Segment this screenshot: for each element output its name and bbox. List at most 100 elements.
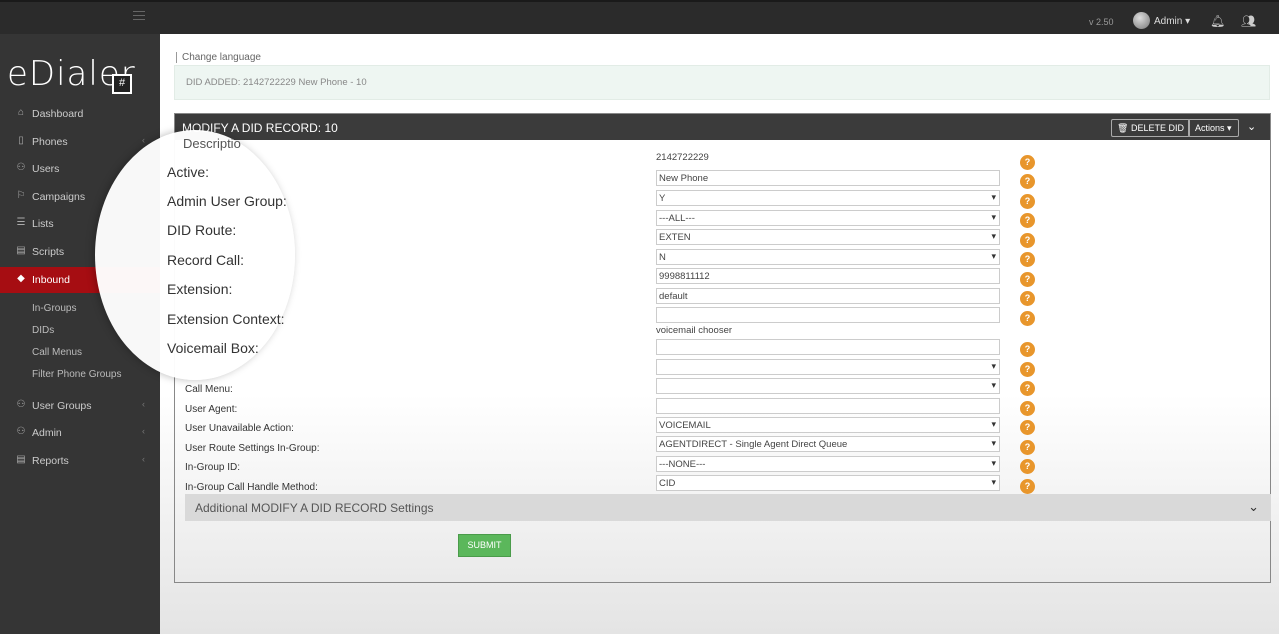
help-icon[interactable]: ? [1020,362,1035,377]
ingroup-id-select[interactable]: ---NONE--- [656,456,1000,472]
help-icon[interactable]: ? [1020,420,1035,435]
did-route-select[interactable]: EXTEN [656,229,1000,245]
did-number-value: 2142722229 [656,152,709,163]
admin-user-group-select[interactable]: ---ALL--- [656,210,1000,226]
call-menu-select-2[interactable] [656,378,1000,394]
diamond-icon: ◆ [17,273,25,284]
delete-did-button[interactable]: 🗑︎ DELETE DID [1111,119,1190,137]
sidebar-item-label: Admin [32,427,62,439]
sidebar-item-label: Inbound [32,274,70,286]
users-icon[interactable]: 👥︎ [1241,14,1257,28]
actions-button[interactable]: Actions ▾ [1188,119,1239,137]
additional-settings-label: Additional MODIFY A DID RECORD Settings [195,501,434,515]
success-alert: DID ADDED: 2142722229 New Phone - 10 [174,65,1270,100]
chevron-left-icon: ‹ [142,454,145,464]
ingroup-call-handle-label: In-Group Call Handle Method: [185,482,318,493]
help-icon[interactable]: ? [1020,342,1035,357]
list-icon: ☰ [16,217,26,228]
voicemail-input[interactable] [656,339,1000,355]
document-icon: ▤ [16,245,26,256]
chevron-left-icon: ‹ [142,426,145,436]
voicemail-box-input[interactable] [656,307,1000,323]
active-select[interactable]: Y [656,190,1000,206]
help-icon[interactable]: ? [1020,291,1035,306]
flag-icon: ⚐ [16,190,26,201]
help-icon[interactable]: ? [1020,479,1035,494]
user-agent-label: User Agent: [185,404,238,415]
help-icon[interactable]: ? [1020,252,1035,267]
help-icon[interactable]: ? [1020,194,1035,209]
sidebar-item-dashboard[interactable]: ⌂ Dashboard [0,101,160,127]
sidebar-subitem-dids[interactable]: DIDs [32,325,54,336]
menu-toggle-icon[interactable] [133,11,145,23]
user-group-icon: ⚇ [16,399,26,410]
sidebar-item-user-groups[interactable]: ⚇ User Groups ‹ [0,393,160,419]
zoomed-active-label: Active: [167,164,210,180]
top-bar: v 2.50 Admin ▾ 🔔︎ 👥︎ [0,0,1279,34]
sidebar-item-label: Scripts [32,246,65,258]
help-icon[interactable]: ? [1020,213,1035,228]
zoomed-voicemail-box-label: Voicemail Box: [167,340,259,356]
extension-context-input[interactable]: default [656,288,1000,304]
submit-button[interactable]: SUBMIT [458,534,511,557]
additional-settings-toggle[interactable]: Additional MODIFY A DID RECORD Settings … [185,494,1271,521]
phone-icon: ▯ [18,135,24,146]
call-menu-select[interactable] [656,359,1000,375]
ingroup-id-label: In-Group ID: [185,462,241,473]
help-icon[interactable]: ? [1020,174,1035,189]
help-icon[interactable]: ? [1020,401,1035,416]
sidebar-subitem-in-groups[interactable]: In-Groups [32,303,76,314]
sidebar-subitem-filter-phone-groups[interactable]: Filter Phone Groups [32,369,122,380]
help-icon[interactable]: ? [1020,459,1035,474]
sidebar-item-label: Reports [32,455,69,467]
sidebar-item-label: Dashboard [32,108,84,120]
sidebar-item-reports[interactable]: ▤ Reports ‹ [0,448,160,474]
help-icon[interactable]: ? [1020,272,1035,287]
sidebar-item-phones[interactable]: ▯ Phones ‹ [0,129,160,155]
chevron-down-icon: ⌄ [1248,499,1259,514]
sidebar-subitem-call-menus[interactable]: Call Menus [32,347,82,358]
user-menu[interactable]: Admin ▾ [1154,16,1190,27]
help-icon[interactable]: ? [1020,311,1035,326]
description-input[interactable]: New Phone [656,170,1000,186]
users-icon: ⚇ [16,162,26,173]
chevron-down-icon[interactable]: ⌄ [1247,120,1256,133]
user-route-settings-select[interactable]: AGENTDIRECT - Single Agent Direct Queue [656,436,1000,452]
help-icon[interactable]: ? [1020,440,1035,455]
user-agent-input[interactable] [656,398,1000,414]
voicemail-chooser-link[interactable]: voicemail chooser [656,325,732,336]
chevron-left-icon: ‹ [142,399,145,409]
help-icon[interactable]: ? [1020,233,1035,248]
zoomed-record-call-label: Record Call: [167,252,245,268]
sidebar-item-admin[interactable]: ⚇ Admin ‹ [0,420,160,446]
ingroup-call-handle-select[interactable]: CID [656,475,1000,491]
zoomed-extension-context-label: Extension Context: [167,311,285,327]
user-unavailable-action-label: User Unavailable Action: [185,423,294,434]
sidebar-item-label: Phones [32,136,68,148]
record-call-select[interactable]: N [656,249,1000,265]
user-route-settings-label: User Route Settings In-Group: [185,443,320,454]
report-icon: ▤ [16,454,26,465]
delete-did-label: DELETE DID [1130,123,1184,133]
chevron-left-icon: ‹ [142,135,145,145]
sidebar-item-label: Users [32,163,60,175]
home-icon: ⌂ [17,107,25,118]
avatar[interactable] [1133,12,1150,29]
admin-icon: ⚇ [16,426,26,437]
sidebar-item-label: Lists [32,218,54,230]
help-icon[interactable]: ? [1020,381,1035,396]
extension-input[interactable]: 9998811112 [656,268,1000,284]
logo-box: # [112,74,132,94]
user-unavailable-action-select[interactable]: VOICEMAIL [656,417,1000,433]
zoomed-admin-user-group-label: Admin User Group: [167,193,287,209]
panel-header: MODIFY A DID RECORD: 10 🗑︎ DELETE DID Ac… [175,114,1270,140]
version-label: v 2.50 [1089,17,1114,27]
change-language-link[interactable]: Change language [176,52,261,63]
zoomed-description-label: Descriptio [183,136,241,151]
help-icon[interactable]: ? [1020,155,1035,170]
main-content: Change language DID ADDED: 2142722229 Ne… [160,34,1279,634]
bell-icon[interactable]: 🔔︎ [1210,14,1225,28]
actions-label: Actions [1195,123,1225,133]
user-name: Admin [1154,16,1183,27]
trash-icon: 🗑︎ [1117,123,1129,133]
